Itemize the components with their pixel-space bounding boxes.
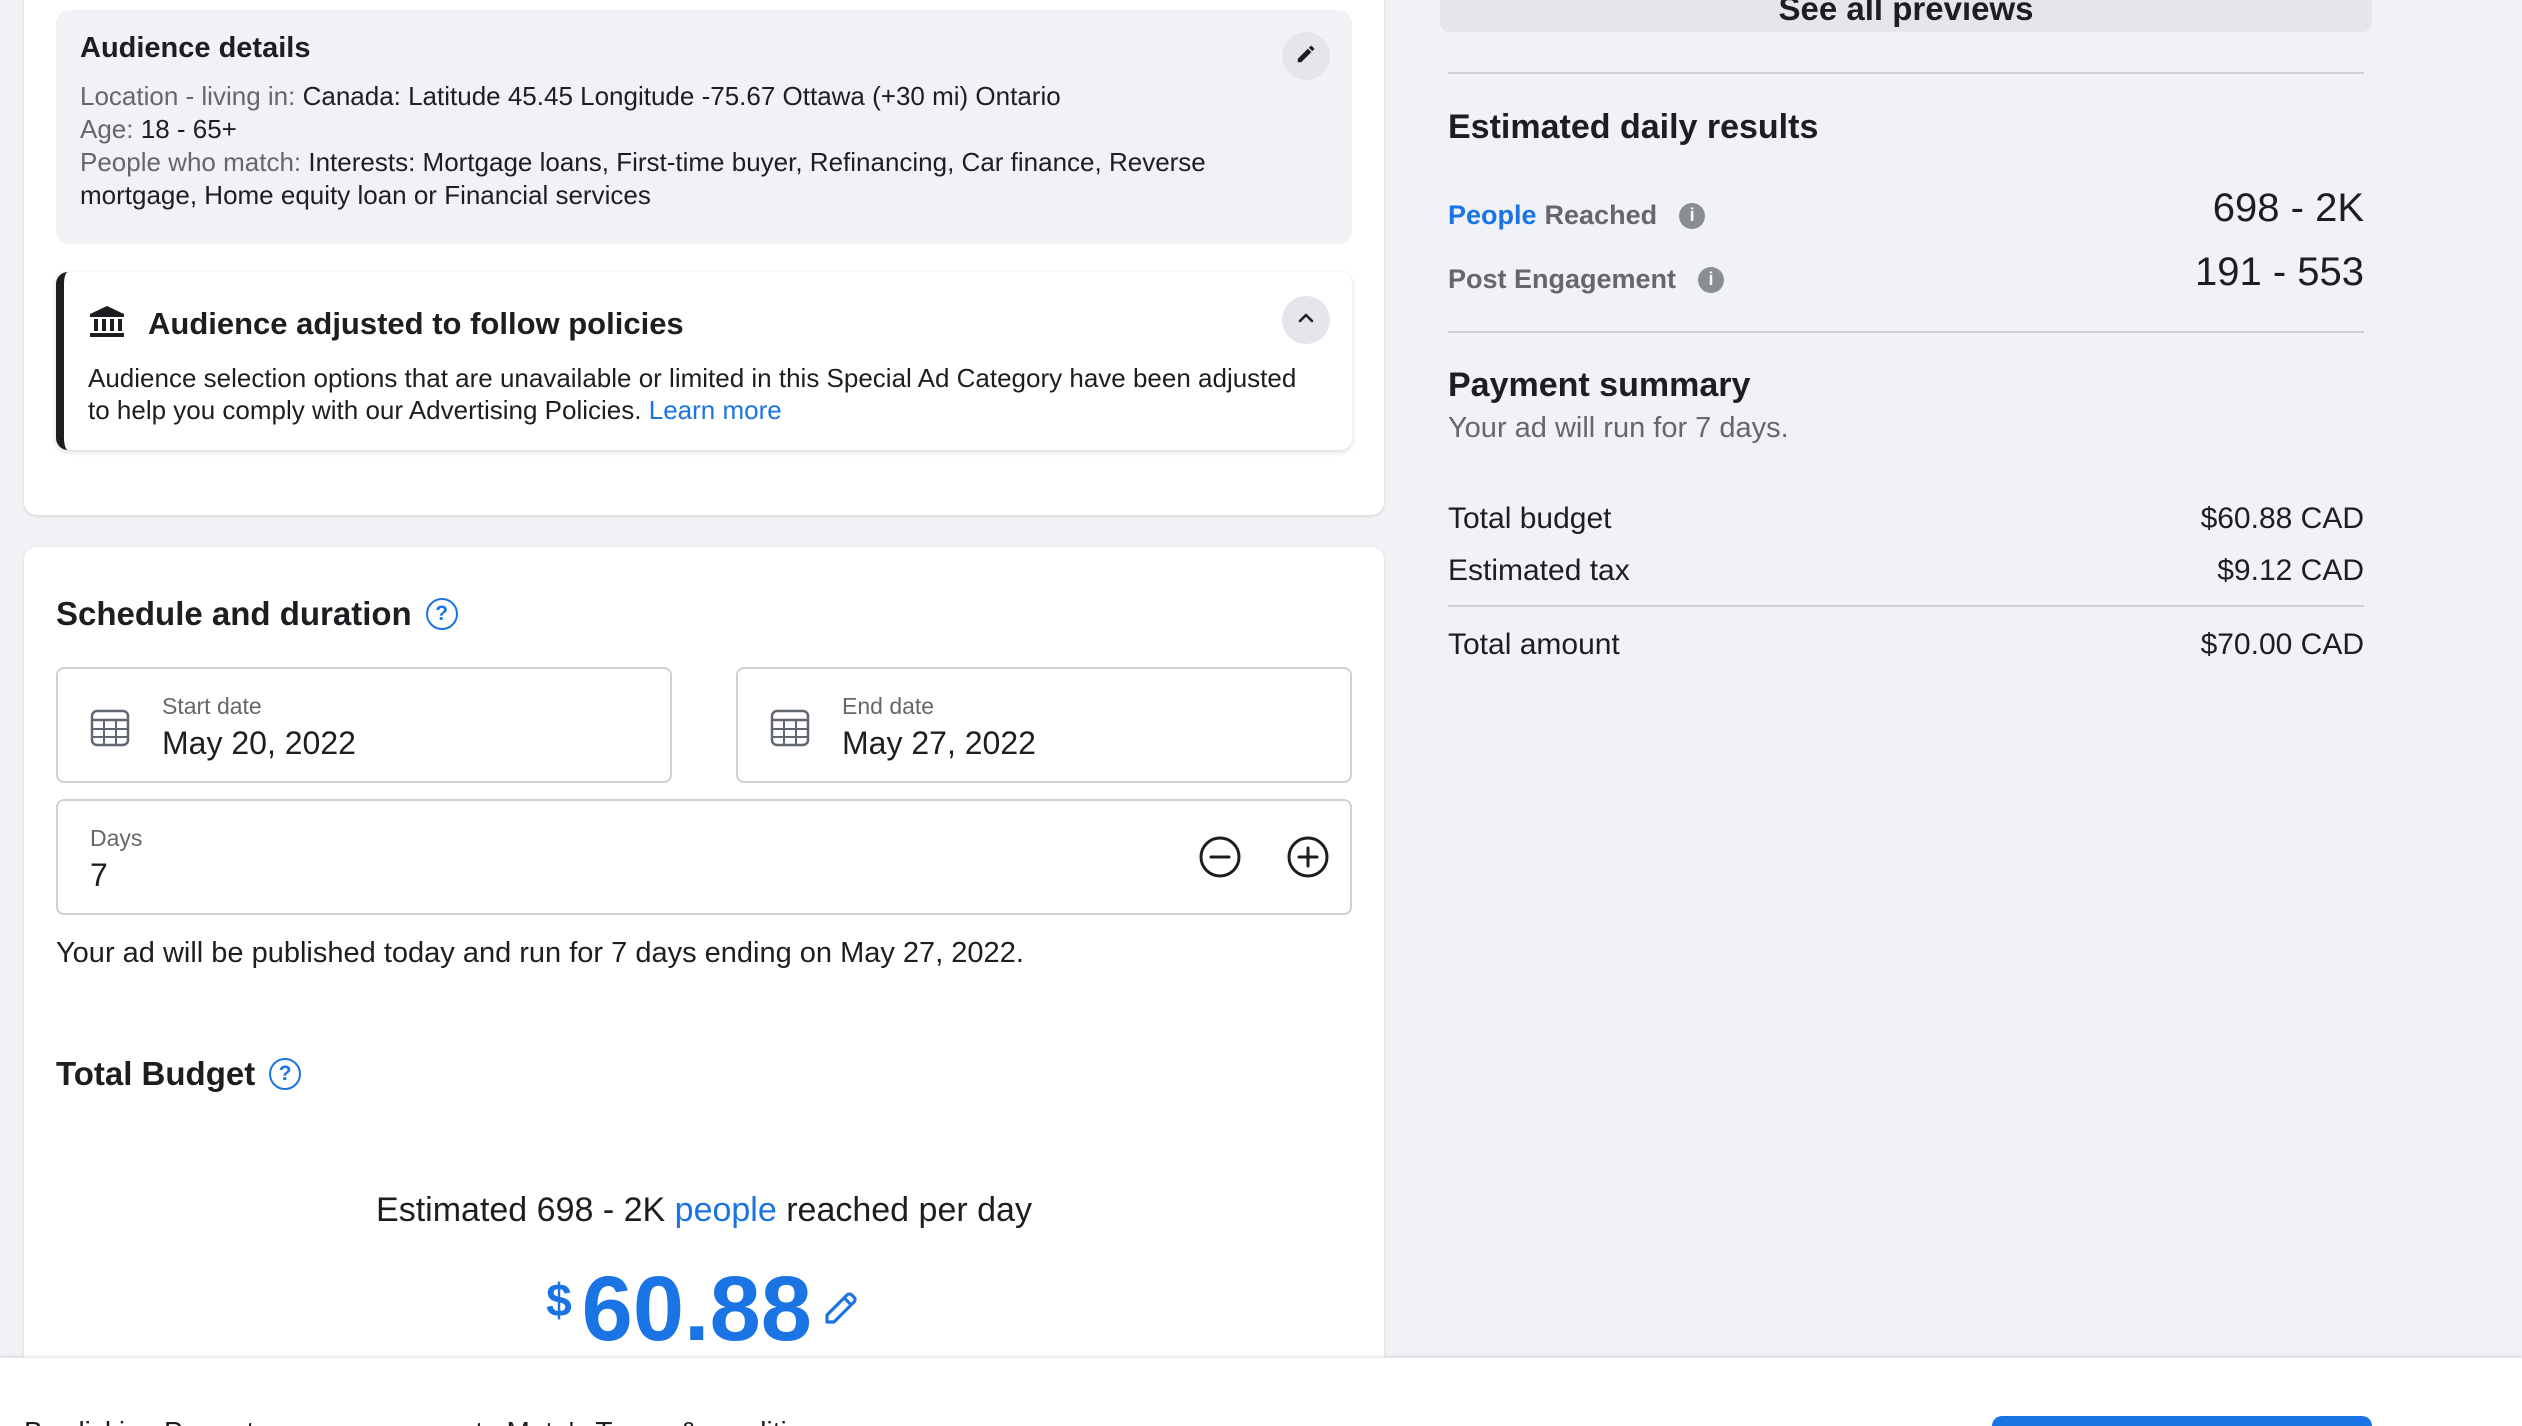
people-reached-label: People Reached i [1448, 200, 1706, 231]
post-engagement-label: Post Engagement i [1448, 264, 1725, 295]
info-icon[interactable]: i [1698, 266, 1725, 293]
people-link[interactable]: People [1448, 200, 1537, 231]
end-date-field[interactable]: End date May 27, 2022 [736, 667, 1352, 783]
days-label: Days [90, 825, 143, 851]
publish-text: Your ad will be published today and run … [56, 937, 1024, 969]
start-date-label: Start date [162, 693, 262, 719]
policy-notice: Audience adjusted to follow policies Aud… [56, 272, 1352, 450]
estimated-reach: Estimated 698 - 2K people reached per da… [24, 1191, 1384, 1230]
age-value: 18 - 65+ [140, 114, 237, 144]
decrease-days-button[interactable] [1198, 835, 1242, 879]
location-value: Canada: Latitude 45.45 Longitude -75.67 … [302, 81, 1061, 111]
total-budget-row: Total budget $60.88 CAD [1448, 502, 2364, 536]
budget-amount: $ 60.88 [24, 1259, 1384, 1359]
policy-title: Audience adjusted to follow policies [148, 306, 684, 341]
est-prefix: Estimated 698 - 2K [376, 1191, 666, 1229]
total-amount-label: Total amount [1448, 628, 1620, 661]
see-all-previews-button[interactable]: See all previews [1440, 0, 2372, 32]
audience-lines: Location - living in: Canada: Latitude 4… [80, 80, 1320, 212]
people-reached-value: 698 - 2K [2212, 186, 2364, 230]
help-icon[interactable]: ? [425, 598, 458, 630]
pencil-icon [1295, 43, 1317, 70]
budget-currency: $ [546, 1274, 572, 1326]
estimated-tax-row: Estimated tax $9.12 CAD [1448, 554, 2364, 588]
bank-icon [88, 304, 126, 343]
people-reached-row: People Reached i 698 - 2K [1448, 186, 2364, 236]
schedule-title: Schedule and duration ? [56, 595, 458, 633]
divider [1448, 331, 2364, 333]
terms-text: By clicking Promote now, you agree to Me… [24, 1416, 832, 1426]
start-date-field[interactable]: Start date May 20, 2022 [56, 667, 672, 783]
budget-title: Total Budget ? [56, 1055, 302, 1093]
promote-now-button[interactable] [1992, 1416, 2372, 1426]
edit-audience-button[interactable] [1282, 32, 1330, 80]
audience-details-box: Audience details Location - living in: C… [56, 10, 1352, 244]
divider [1448, 605, 2364, 607]
end-date-value: May 27, 2022 [842, 725, 1036, 761]
match-label: People who match: [80, 147, 302, 177]
post-engagement-row: Post Engagement i 191 - 553 [1448, 250, 2364, 300]
calendar-icon [770, 707, 810, 752]
location-label: Location - living in: [80, 81, 296, 111]
payment-subtitle: Your ad will run for 7 days. [1448, 412, 1789, 444]
audience-card: Audience details Location - living in: C… [24, 0, 1384, 515]
budget-title-text: Total Budget [56, 1055, 256, 1092]
end-date-label: End date [842, 693, 935, 719]
info-icon[interactable]: i [1679, 202, 1706, 229]
results-title: Estimated daily results [1448, 108, 1819, 146]
collapse-policy-button[interactable] [1282, 296, 1330, 344]
learn-more-link[interactable]: Learn more [649, 395, 782, 425]
engagement-text: Post Engagement [1448, 264, 1677, 294]
calendar-icon [90, 707, 130, 752]
policy-text: Audience selection options that are unav… [88, 362, 1308, 426]
est-suffix: reached per day [786, 1191, 1032, 1229]
budget-value[interactable]: 60.88 [582, 1259, 812, 1359]
schedule-title-text: Schedule and duration [56, 595, 412, 632]
total-budget-value: $60.88 CAD [2200, 502, 2364, 535]
audience-details-title: Audience details [80, 32, 311, 64]
increase-days-button[interactable] [1286, 835, 1330, 879]
bottom-bar: By clicking Promote now, you agree to Me… [0, 1358, 2522, 1426]
days-value[interactable]: 7 [90, 857, 108, 894]
chevron-up-icon [1296, 308, 1316, 333]
start-date-value: May 20, 2022 [162, 725, 356, 761]
age-label: Age: [80, 114, 134, 144]
see-all-previews-label: See all previews [1778, 0, 2034, 27]
days-stepper[interactable]: Days 7 [56, 799, 1352, 915]
total-amount-row: Total amount $70.00 CAD [1448, 628, 2364, 662]
people-link[interactable]: people [675, 1191, 777, 1229]
total-amount-value: $70.00 CAD [2200, 628, 2364, 661]
divider [1448, 72, 2364, 74]
help-icon[interactable]: ? [269, 1058, 302, 1090]
reached-text: Reached [1544, 200, 1658, 230]
tax-value: $9.12 CAD [2217, 554, 2364, 587]
payment-title: Payment summary [1448, 366, 1751, 404]
tax-label: Estimated tax [1448, 554, 1630, 587]
total-budget-label: Total budget [1448, 502, 1612, 535]
schedule-card: Schedule and duration ? Start date May 2… [24, 547, 1384, 1426]
pencil-icon[interactable] [820, 1287, 862, 1334]
post-engagement-value: 191 - 553 [2194, 250, 2364, 294]
